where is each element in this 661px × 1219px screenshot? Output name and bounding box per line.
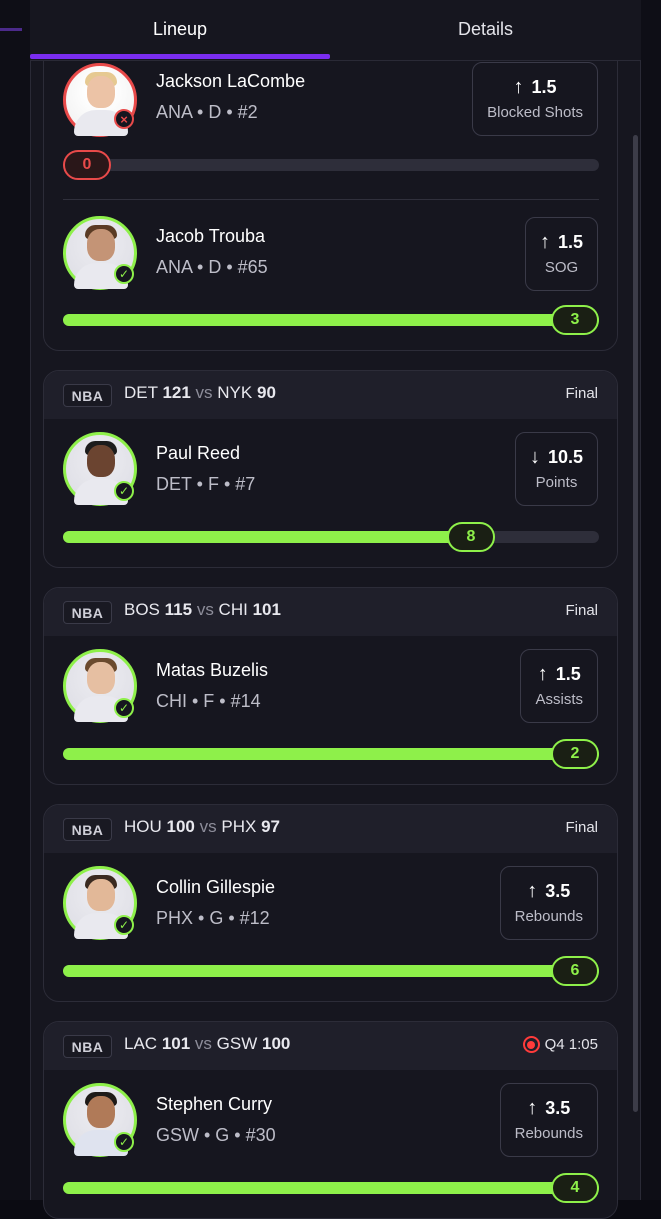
progress-track: 3: [63, 305, 599, 335]
matchup: LAC 101 vs GSW 100: [124, 1034, 291, 1053]
check-icon: ✓: [114, 915, 134, 935]
player-name: Collin Gillespie: [156, 877, 276, 897]
player-name: Paul Reed: [156, 443, 241, 463]
result-value: 2: [551, 739, 599, 769]
prop-line-box[interactable]: ↑ 1.5 SOG: [524, 217, 598, 291]
matchup: HOU 100 vs PHX 97: [124, 817, 280, 836]
progress-fill: [63, 965, 599, 977]
tab-lineup[interactable]: Lineup: [30, 0, 330, 58]
game-card[interactable]: NBA LAC 101 vs GSW 100 Q4 1:05 ✓ Stephen…: [43, 1021, 618, 1219]
game-header: NBA DET 121 vs NYK 90 Final: [44, 371, 617, 419]
progress-track: 0: [63, 150, 599, 180]
progress-fill: [63, 748, 599, 760]
prop-line-value: 10.5: [547, 447, 583, 467]
background-panel-right: [641, 0, 661, 1200]
result-value: 4: [551, 1173, 599, 1203]
prop-stat-label: Blocked Shots: [487, 104, 583, 121]
background-panel-left: [0, 0, 30, 1200]
player-name: Jackson LaCombe: [156, 71, 306, 91]
game-status: Final: [565, 385, 598, 402]
result-value: 8: [447, 522, 495, 552]
prop-line-box[interactable]: ↑ 1.5 Blocked Shots: [472, 62, 598, 136]
prop-stat-label: Points: [535, 474, 578, 491]
progress-fill: [63, 1182, 599, 1194]
player-name: Stephen Curry: [156, 1094, 273, 1114]
game-header: NBA LAC 101 vs GSW 100 Q4 1:05: [44, 1022, 617, 1070]
prop-line-box[interactable]: ↓ 10.5 Points: [514, 432, 598, 506]
player-meta: GSW • G • #30: [156, 1125, 276, 1145]
game-header: NBA BOS 115 vs CHI 101 Final: [44, 588, 617, 636]
player-meta: ANA • D • #2: [156, 102, 258, 122]
check-icon: ✓: [114, 1132, 134, 1152]
game-header: NBA HOU 100 vs PHX 97 Final: [44, 805, 617, 853]
live-icon: [522, 1036, 540, 1053]
player-meta: ANA • D • #65: [156, 257, 268, 277]
arrow-down-icon: ↓: [529, 446, 540, 468]
background-accent-line: [0, 28, 22, 31]
active-tab-indicator: [30, 54, 330, 59]
matchup: DET 121 vs NYK 90: [124, 383, 276, 402]
prop-stat-label: Rebounds: [514, 1125, 583, 1142]
check-icon: ✓: [114, 481, 134, 501]
check-icon: ✓: [114, 264, 134, 284]
arrow-up-icon: ↑: [527, 1097, 538, 1119]
arrow-up-icon: ↑: [537, 663, 548, 685]
scrollbar[interactable]: [633, 135, 638, 1112]
league-badge: NBA: [63, 1035, 112, 1058]
result-value: 0: [63, 150, 111, 180]
progress-fill: [63, 531, 471, 543]
divider: [63, 199, 599, 200]
game-card[interactable]: NBA HOU 100 vs PHX 97 Final ✓ Collin Gil…: [43, 804, 618, 1002]
prop-line-value: 1.5: [557, 232, 583, 252]
x-icon: ×: [114, 109, 134, 129]
prop-line-box[interactable]: ↑ 3.5 Rebounds: [499, 866, 598, 940]
progress-track: 6: [63, 956, 599, 986]
prop-line-box[interactable]: ↑ 3.5 Rebounds: [499, 1083, 598, 1157]
tab-details[interactable]: Details: [330, 0, 641, 58]
game-card[interactable]: NBA DET 121 vs NYK 90 Final ✓ Paul Reed …: [43, 370, 618, 568]
prop-line-box[interactable]: ↑ 1.5 Assists: [520, 649, 598, 723]
game-card[interactable]: NBA BOS 115 vs CHI 101 Final ✓ Matas Buz…: [43, 587, 618, 785]
prop-stat-label: Rebounds: [514, 908, 583, 925]
arrow-up-icon: ↑: [527, 880, 538, 902]
progress-fill: [63, 314, 599, 326]
game-status: Final: [565, 819, 598, 836]
league-badge: NBA: [63, 818, 112, 841]
player-meta: CHI • F • #14: [156, 691, 261, 711]
matchup: BOS 115 vs CHI 101: [124, 600, 281, 619]
prop-line-value: 3.5: [545, 881, 571, 901]
player-name: Jacob Trouba: [156, 226, 266, 246]
player-name: Matas Buzelis: [156, 660, 269, 680]
league-badge: NBA: [63, 384, 112, 407]
result-value: 6: [551, 956, 599, 986]
progress-track: 2: [63, 739, 599, 769]
prop-line-value: 1.5: [531, 77, 557, 97]
prop-line-value: 3.5: [545, 1098, 571, 1118]
arrow-up-icon: ↑: [513, 76, 524, 98]
tab-bar: Lineup Details: [30, 0, 641, 61]
league-badge: NBA: [63, 601, 112, 624]
prop-stat-label: Assists: [535, 691, 583, 708]
check-icon: ✓: [114, 698, 134, 718]
prop-stat-label: SOG: [544, 259, 579, 276]
player-meta: DET • F • #7: [156, 474, 256, 494]
result-value: 3: [551, 305, 599, 335]
prop-line-value: 1.5: [555, 664, 581, 684]
player-meta: PHX • G • #12: [156, 908, 270, 928]
progress-track: 8: [63, 522, 599, 552]
progress-track: 4: [63, 1173, 599, 1203]
game-status: Q4 1:05: [522, 1036, 598, 1053]
game-status: Final: [565, 602, 598, 619]
arrow-up-icon: ↑: [539, 231, 550, 253]
